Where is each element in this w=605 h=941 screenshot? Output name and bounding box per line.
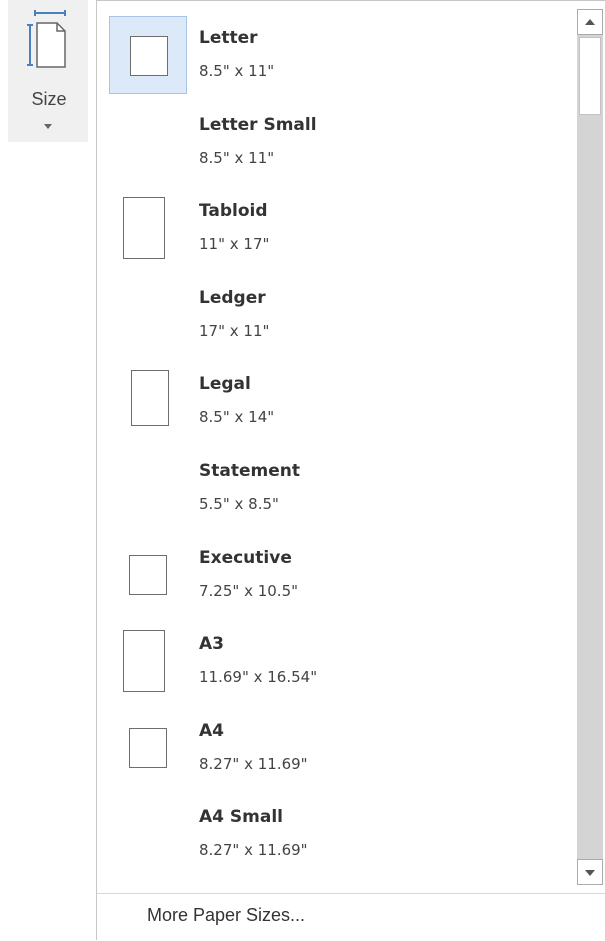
chevron-up-icon — [585, 19, 595, 25]
paper-size-dimensions: 5.5" x 8.5" — [199, 495, 279, 513]
paper-size-dimensions: 11.69" x 16.54" — [199, 668, 318, 687]
paper-size-name: Legal — [199, 374, 251, 395]
paper-thumbnail-cell — [109, 189, 187, 267]
paper-size-item[interactable]: Tabloid 11" x 17" — [103, 181, 573, 267]
paper-size-dimensions: 11" x 17" — [199, 235, 270, 254]
paper-thumbnail-icon — [123, 630, 165, 693]
paper-size-dimensions: 17" x 11" — [199, 321, 270, 340]
paper-thumbnail-cell — [109, 795, 187, 873]
paper-thumbnail-cell — [109, 103, 187, 181]
paper-size-item[interactable]: Legal 8.5" x 14" — [103, 354, 573, 440]
paper-thumbnail-icon — [129, 554, 167, 595]
paper-size-name: Letter — [199, 28, 258, 48]
paper-thumbnail-icon — [130, 36, 168, 76]
paper-size-dimensions: 8.5" x 11" — [199, 148, 275, 167]
paper-size-item[interactable]: Executive 7.25" x 10.5" — [103, 528, 573, 614]
page-size-icon — [27, 10, 66, 68]
chevron-down-icon — [585, 870, 595, 876]
scroll-up-button[interactable] — [577, 9, 603, 35]
scrollbar-thumb[interactable] — [579, 37, 601, 115]
paper-size-item[interactable]: Statement 5.5" x 8.5" — [103, 441, 573, 527]
paper-thumbnail-cell — [109, 622, 187, 700]
size-button[interactable]: Size — [8, 0, 88, 142]
paper-size-dimensions: 8.27" x 11.69" — [199, 754, 308, 773]
paper-size-name: Letter Small — [199, 114, 317, 135]
paper-size-name: A4 — [199, 720, 224, 741]
more-paper-sizes-label: More Paper Sizes... — [147, 905, 306, 925]
paper-size-list: Letter 8.5" x 11" Letter Small 8.5" x 11" Ta… — [97, 1, 573, 891]
paper-size-dimensions: 8.5" x 11" — [199, 62, 275, 80]
paper-size-name: Tabloid — [199, 201, 268, 222]
paper-thumbnail-cell — [109, 16, 187, 94]
paper-size-name: A4 Small — [199, 807, 283, 828]
paper-thumbnail-icon — [123, 197, 165, 260]
paper-thumbnail-cell — [109, 709, 187, 787]
menu-divider — [97, 893, 605, 894]
paper-size-item[interactable]: Ledger 17" x 11" — [103, 268, 573, 354]
paper-size-item[interactable]: A3 11.69" x 16.54" — [103, 614, 573, 700]
paper-size-item[interactable]: Letter Small 8.5" x 11" — [103, 95, 573, 181]
paper-size-item[interactable]: A4 Small 8.27" x 11.69" — [103, 787, 573, 873]
paper-size-dropdown: Letter 8.5" x 11" Letter Small 8.5" x 11" Ta… — [96, 0, 605, 940]
scroll-down-button[interactable] — [577, 859, 603, 885]
paper-thumbnail-icon — [129, 727, 167, 768]
paper-thumbnail-cell — [109, 536, 187, 614]
paper-size-name: Ledger — [199, 287, 266, 308]
paper-size-name: Statement — [199, 461, 300, 481]
paper-size-name: Executive — [199, 547, 292, 568]
scrollbar[interactable] — [577, 9, 603, 885]
paper-size-item[interactable]: Letter 8.5" x 11" — [103, 8, 573, 94]
paper-thumbnail-cell — [109, 449, 187, 527]
paper-size-dimensions: 8.5" x 14" — [199, 408, 275, 427]
paper-thumbnail-icon — [131, 370, 169, 427]
more-paper-sizes-item[interactable]: More Paper Sizes... — [97, 895, 605, 941]
paper-size-dimensions: 7.25" x 10.5" — [199, 581, 299, 600]
paper-thumbnail-cell — [109, 276, 187, 354]
chevron-down-icon — [44, 124, 52, 129]
size-button-label: Size — [31, 89, 67, 109]
paper-size-name: A3 — [199, 634, 224, 655]
paper-size-dimensions: 8.27" x 11.69" — [199, 841, 308, 860]
paper-thumbnail-cell — [109, 362, 187, 440]
paper-size-item[interactable]: A4 8.27" x 11.69" — [103, 701, 573, 787]
